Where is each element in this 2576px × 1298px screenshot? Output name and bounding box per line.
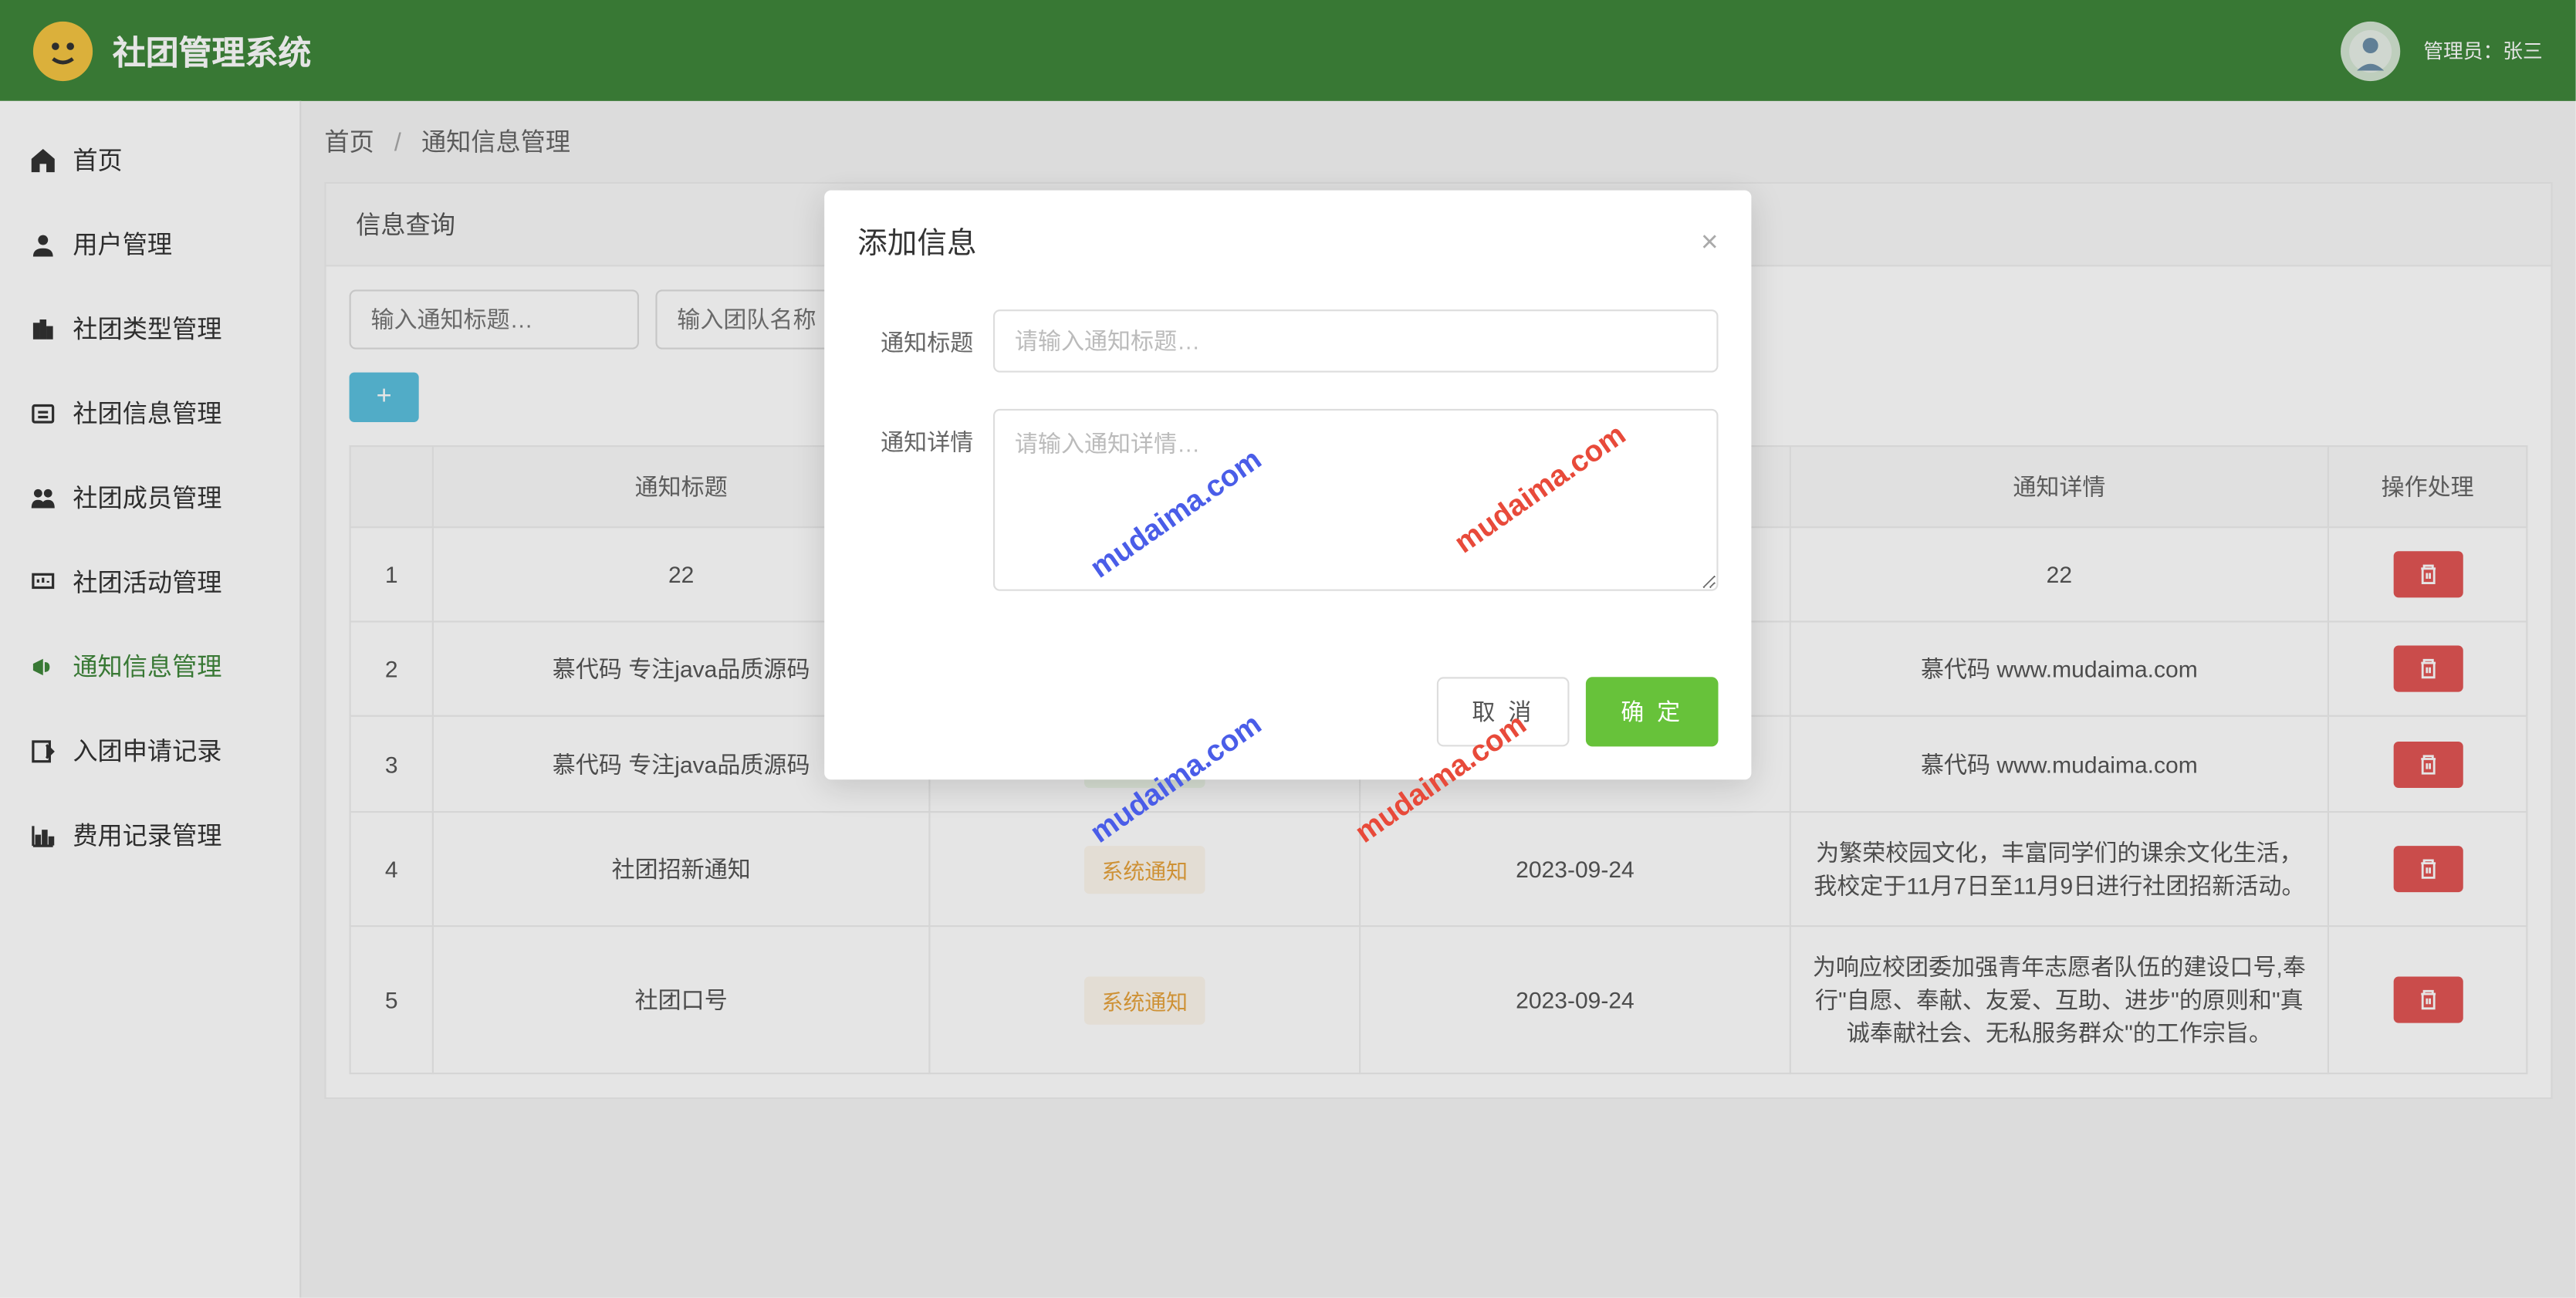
form-label-detail: 通知详情 [857,409,973,458]
modal-close-button[interactable]: × [1701,225,1719,259]
close-icon: × [1701,225,1719,258]
form-detail-textarea[interactable] [993,409,1719,591]
confirm-button[interactable]: 确 定 [1586,677,1718,746]
form-title-input[interactable] [993,309,1719,373]
add-modal: 添加信息 × 通知标题 通知详情 取 消 确 定 [824,191,1751,780]
cancel-button[interactable]: 取 消 [1437,677,1569,746]
modal-title: 添加信息 [857,220,976,263]
form-label-title: 通知标题 [857,309,973,359]
